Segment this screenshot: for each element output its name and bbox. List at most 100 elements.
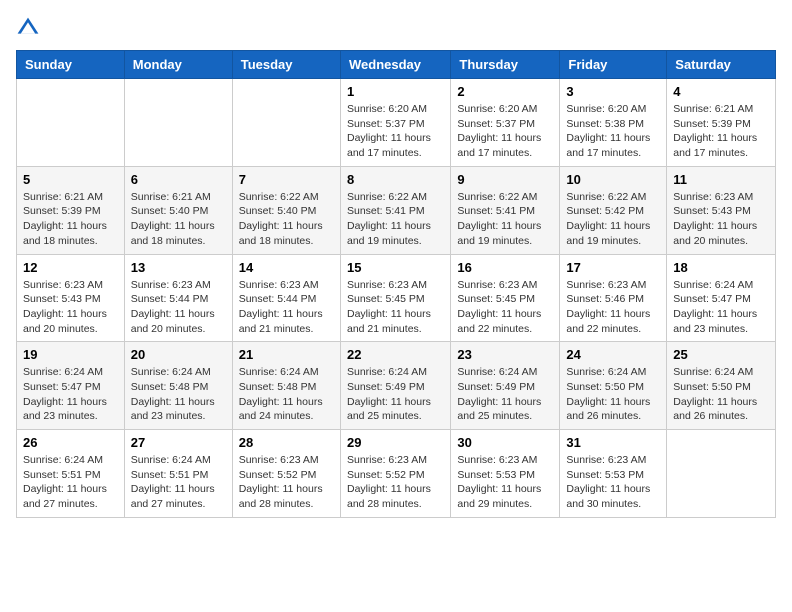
day-header-sunday: Sunday: [17, 51, 125, 79]
calendar-cell: 24 Sunrise: 6:24 AM Sunset: 5:50 PM Dayli…: [560, 342, 667, 430]
day-number: 24: [566, 347, 660, 362]
calendar-week-row: 26 Sunrise: 6:24 AM Sunset: 5:51 PM Dayli…: [17, 430, 776, 518]
calendar-week-row: 19 Sunrise: 6:24 AM Sunset: 5:47 PM Dayli…: [17, 342, 776, 430]
calendar-cell: 29 Sunrise: 6:23 AM Sunset: 5:52 PM Dayli…: [340, 430, 450, 518]
day-info: Sunrise: 6:23 AM Sunset: 5:52 PM Dayligh…: [347, 453, 444, 512]
calendar-table: SundayMondayTuesdayWednesdayThursdayFrid…: [16, 50, 776, 518]
calendar-cell: 14 Sunrise: 6:23 AM Sunset: 5:44 PM Dayli…: [232, 254, 340, 342]
day-info: Sunrise: 6:23 AM Sunset: 5:44 PM Dayligh…: [239, 278, 334, 337]
day-info: Sunrise: 6:20 AM Sunset: 5:37 PM Dayligh…: [457, 102, 553, 161]
day-number: 13: [131, 260, 226, 275]
calendar-cell: 17Sunrise: 6:23 AM Sunset: 5:46 PM Dayli…: [560, 254, 667, 342]
day-header-tuesday: Tuesday: [232, 51, 340, 79]
page-header: [16, 16, 776, 40]
calendar-cell: 20Sunrise: 6:24 AM Sunset: 5:48 PM Dayli…: [124, 342, 232, 430]
calendar-cell: 21Sunrise: 6:24 AM Sunset: 5:48 PM Dayli…: [232, 342, 340, 430]
day-info: Sunrise: 6:22 AM Sunset: 5:41 PM Dayligh…: [347, 190, 444, 249]
day-number: 15: [347, 260, 444, 275]
day-info: Sunrise: 6:24 AM Sunset: 5:51 PM Dayligh…: [23, 453, 118, 512]
calendar-cell: 1 Sunrise: 6:20 AM Sunset: 5:37 PM Daylig…: [340, 79, 450, 167]
calendar-week-row: 12Sunrise: 6:23 AM Sunset: 5:43 PM Dayli…: [17, 254, 776, 342]
day-info: Sunrise: 6:21 AM Sunset: 5:40 PM Dayligh…: [131, 190, 226, 249]
day-info: Sunrise: 6:23 AM Sunset: 5:45 PM Dayligh…: [347, 278, 444, 337]
calendar-cell: 10 Sunrise: 6:22 AM Sunset: 5:42 PM Dayli…: [560, 166, 667, 254]
calendar-week-row: 5 Sunrise: 6:21 AM Sunset: 5:39 PM Daylig…: [17, 166, 776, 254]
day-number: 12: [23, 260, 118, 275]
day-info: Sunrise: 6:23 AM Sunset: 5:43 PM Dayligh…: [673, 190, 769, 249]
calendar-cell: 5 Sunrise: 6:21 AM Sunset: 5:39 PM Daylig…: [17, 166, 125, 254]
day-info: Sunrise: 6:22 AM Sunset: 5:42 PM Dayligh…: [566, 190, 660, 249]
calendar-cell: 4Sunrise: 6:21 AM Sunset: 5:39 PM Daylig…: [667, 79, 776, 167]
calendar-header-row: SundayMondayTuesdayWednesdayThursdayFrid…: [17, 51, 776, 79]
day-number: 31: [566, 435, 660, 450]
calendar-cell: 12Sunrise: 6:23 AM Sunset: 5:43 PM Dayli…: [17, 254, 125, 342]
calendar-cell: 31 Sunrise: 6:23 AM Sunset: 5:53 PM Dayli…: [560, 430, 667, 518]
day-number: 19: [23, 347, 118, 362]
calendar-cell: 16 Sunrise: 6:23 AM Sunset: 5:45 PM Dayli…: [451, 254, 560, 342]
calendar-cell: 26 Sunrise: 6:24 AM Sunset: 5:51 PM Dayli…: [17, 430, 125, 518]
day-number: 20: [131, 347, 226, 362]
calendar-cell: 25 Sunrise: 6:24 AM Sunset: 5:50 PM Dayli…: [667, 342, 776, 430]
day-info: Sunrise: 6:24 AM Sunset: 5:47 PM Dayligh…: [23, 365, 118, 424]
day-info: Sunrise: 6:23 AM Sunset: 5:53 PM Dayligh…: [457, 453, 553, 512]
day-info: Sunrise: 6:24 AM Sunset: 5:49 PM Dayligh…: [457, 365, 553, 424]
day-number: 23: [457, 347, 553, 362]
day-number: 5: [23, 172, 118, 187]
day-info: Sunrise: 6:23 AM Sunset: 5:53 PM Dayligh…: [566, 453, 660, 512]
calendar-cell: 6 Sunrise: 6:21 AM Sunset: 5:40 PM Daylig…: [124, 166, 232, 254]
logo-icon: [16, 16, 40, 40]
logo: [16, 16, 44, 40]
day-header-wednesday: Wednesday: [340, 51, 450, 79]
calendar-cell: [17, 79, 125, 167]
calendar-week-row: 1 Sunrise: 6:20 AM Sunset: 5:37 PM Daylig…: [17, 79, 776, 167]
calendar-cell: [667, 430, 776, 518]
calendar-cell: 11 Sunrise: 6:23 AM Sunset: 5:43 PM Dayli…: [667, 166, 776, 254]
calendar-cell: 22 Sunrise: 6:24 AM Sunset: 5:49 PM Dayli…: [340, 342, 450, 430]
calendar-cell: 18 Sunrise: 6:24 AM Sunset: 5:47 PM Dayli…: [667, 254, 776, 342]
calendar-cell: 2 Sunrise: 6:20 AM Sunset: 5:37 PM Daylig…: [451, 79, 560, 167]
day-number: 6: [131, 172, 226, 187]
day-info: Sunrise: 6:22 AM Sunset: 5:40 PM Dayligh…: [239, 190, 334, 249]
calendar-cell: 13 Sunrise: 6:23 AM Sunset: 5:44 PM Dayli…: [124, 254, 232, 342]
calendar-cell: 7Sunrise: 6:22 AM Sunset: 5:40 PM Daylig…: [232, 166, 340, 254]
day-number: 26: [23, 435, 118, 450]
day-number: 29: [347, 435, 444, 450]
day-number: 3: [566, 84, 660, 99]
day-number: 18: [673, 260, 769, 275]
day-info: Sunrise: 6:23 AM Sunset: 5:46 PM Dayligh…: [566, 278, 660, 337]
day-info: Sunrise: 6:23 AM Sunset: 5:44 PM Dayligh…: [131, 278, 226, 337]
day-number: 25: [673, 347, 769, 362]
day-number: 8: [347, 172, 444, 187]
calendar-cell: [124, 79, 232, 167]
day-number: 16: [457, 260, 553, 275]
day-info: Sunrise: 6:24 AM Sunset: 5:50 PM Dayligh…: [673, 365, 769, 424]
day-number: 27: [131, 435, 226, 450]
day-info: Sunrise: 6:24 AM Sunset: 5:50 PM Dayligh…: [566, 365, 660, 424]
calendar-cell: 9 Sunrise: 6:22 AM Sunset: 5:41 PM Daylig…: [451, 166, 560, 254]
day-header-thursday: Thursday: [451, 51, 560, 79]
day-info: Sunrise: 6:24 AM Sunset: 5:49 PM Dayligh…: [347, 365, 444, 424]
day-number: 9: [457, 172, 553, 187]
day-info: Sunrise: 6:24 AM Sunset: 5:47 PM Dayligh…: [673, 278, 769, 337]
day-info: Sunrise: 6:22 AM Sunset: 5:41 PM Dayligh…: [457, 190, 553, 249]
calendar-cell: 19 Sunrise: 6:24 AM Sunset: 5:47 PM Dayli…: [17, 342, 125, 430]
day-number: 10: [566, 172, 660, 187]
day-number: 21: [239, 347, 334, 362]
day-number: 22: [347, 347, 444, 362]
day-info: Sunrise: 6:20 AM Sunset: 5:37 PM Dayligh…: [347, 102, 444, 161]
day-number: 1: [347, 84, 444, 99]
day-info: Sunrise: 6:23 AM Sunset: 5:45 PM Dayligh…: [457, 278, 553, 337]
day-info: Sunrise: 6:21 AM Sunset: 5:39 PM Dayligh…: [23, 190, 118, 249]
day-header-saturday: Saturday: [667, 51, 776, 79]
day-number: 2: [457, 84, 553, 99]
calendar-cell: 30Sunrise: 6:23 AM Sunset: 5:53 PM Dayli…: [451, 430, 560, 518]
calendar-cell: 15 Sunrise: 6:23 AM Sunset: 5:45 PM Dayli…: [340, 254, 450, 342]
day-header-friday: Friday: [560, 51, 667, 79]
day-number: 14: [239, 260, 334, 275]
calendar-cell: [232, 79, 340, 167]
day-number: 4: [673, 84, 769, 99]
calendar-cell: 8 Sunrise: 6:22 AM Sunset: 5:41 PM Daylig…: [340, 166, 450, 254]
day-number: 11: [673, 172, 769, 187]
calendar-cell: 27Sunrise: 6:24 AM Sunset: 5:51 PM Dayli…: [124, 430, 232, 518]
calendar-cell: 28Sunrise: 6:23 AM Sunset: 5:52 PM Dayli…: [232, 430, 340, 518]
